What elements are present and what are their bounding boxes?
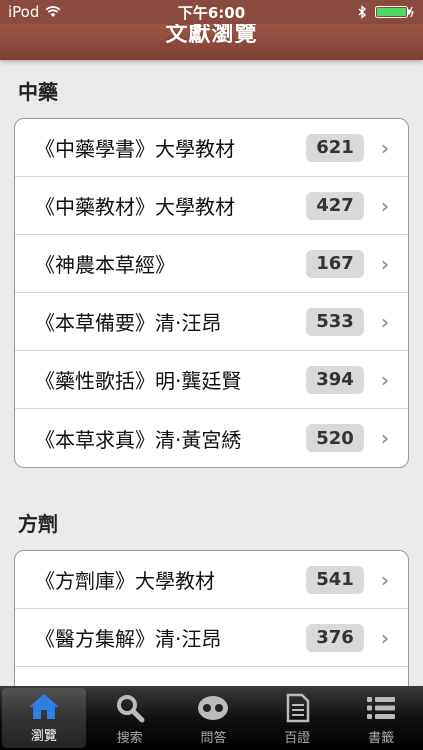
list-item[interactable]: 《醫方集解》清·汪昂 376 ›	[15, 609, 408, 667]
group-chinese-medicine: 《中藥學書》大學教材 621 › 《中藥教材》大學教材 427 › 《神農本草經…	[14, 118, 409, 468]
chevron-right-icon: ›	[380, 309, 390, 334]
item-label: 《神農本草經》	[35, 253, 175, 277]
chevron-right-icon: ›	[380, 135, 390, 160]
item-label: 《中藥教材》大學教材	[35, 195, 235, 219]
list-item[interactable]: 《神農本草經》 167 ›	[15, 235, 408, 293]
list-item[interactable]: 《中藥學書》大學教材 621 ›	[15, 119, 408, 177]
count-badge: 533	[306, 307, 364, 336]
section-title-formulas: 方劑	[18, 512, 58, 536]
count-badge: 394	[306, 365, 364, 394]
search-icon	[116, 695, 145, 723]
status-bar: iPod 下午6:00	[0, 0, 423, 24]
tab-label: 瀏覽	[30, 729, 57, 744]
list-item[interactable]: 《藥性歌括》明·龔廷賢 394 ›	[15, 351, 408, 409]
chevron-right-icon: ›	[380, 625, 390, 650]
item-label: 《本草求真》清·黃宮綉	[35, 427, 242, 452]
list-item[interactable]: 《本草求真》清·黃宮綉 520 ›	[15, 409, 408, 467]
tab-search[interactable]: 搜索	[88, 686, 172, 750]
list-item[interactable]: 《中藥教材》大學教材 427 ›	[15, 177, 408, 235]
count-badge: 167	[306, 249, 364, 278]
tab-bar: 瀏覽 搜索 問答 百證 書籤	[0, 686, 423, 750]
content-scroll[interactable]: 中藥 《中藥學書》大學教材 621 › 《中藥教材》大學教材 427 › 《神農…	[0, 60, 423, 686]
list-icon	[367, 697, 396, 719]
carrier-group: iPod	[8, 3, 61, 21]
item-label: 《藥性歌括》明·龔廷賢	[35, 369, 242, 393]
chevron-right-icon: ›	[380, 251, 390, 276]
home-icon	[28, 694, 59, 719]
battery-icon	[375, 6, 414, 18]
document-icon	[287, 693, 310, 723]
item-label: 《本草備要》清·汪昂	[35, 311, 222, 335]
count-badge: 621	[306, 133, 364, 162]
wifi-icon	[45, 6, 61, 17]
chevron-right-icon: ›	[380, 193, 390, 218]
count-badge: 376	[306, 623, 364, 652]
tab-label: 百證	[284, 731, 311, 746]
group-formulas: 《方劑庫》大學教材 541 › 《醫方集解》清·汪昂 376 ›	[14, 550, 409, 686]
tab-qa[interactable]: 問答	[172, 686, 256, 750]
list-item[interactable]: 《本草備要》清·汪昂 533 ›	[15, 293, 408, 351]
tab-bookmarks[interactable]: 書籤	[339, 686, 423, 750]
item-label: 《方劑庫》大學教材	[35, 569, 215, 593]
item-label: 《中藥學書》大學教材	[35, 137, 235, 161]
section-title-chinese-medicine: 中藥	[18, 80, 58, 104]
count-badge: 427	[306, 191, 364, 220]
qa-icon	[198, 696, 229, 720]
chevron-right-icon: ›	[380, 567, 390, 592]
count-badge: 520	[306, 424, 364, 452]
status-right	[358, 5, 415, 19]
list-item[interactable]: 《方劑庫》大學教材 541 ›	[15, 551, 408, 609]
tab-label: 搜索	[116, 731, 143, 746]
tab-browse[interactable]: 瀏覽	[2, 688, 86, 748]
bluetooth-icon	[358, 5, 367, 19]
chevron-right-icon: ›	[380, 426, 390, 450]
tab-label: 書籤	[368, 731, 395, 746]
carrier-label: iPod	[8, 3, 40, 21]
tab-label: 問答	[200, 731, 227, 746]
chevron-right-icon: ›	[380, 367, 390, 392]
tab-syndromes[interactable]: 百證	[255, 686, 339, 750]
count-badge: 541	[306, 565, 364, 594]
item-label: 《醫方集解》清·汪昂	[35, 627, 222, 651]
